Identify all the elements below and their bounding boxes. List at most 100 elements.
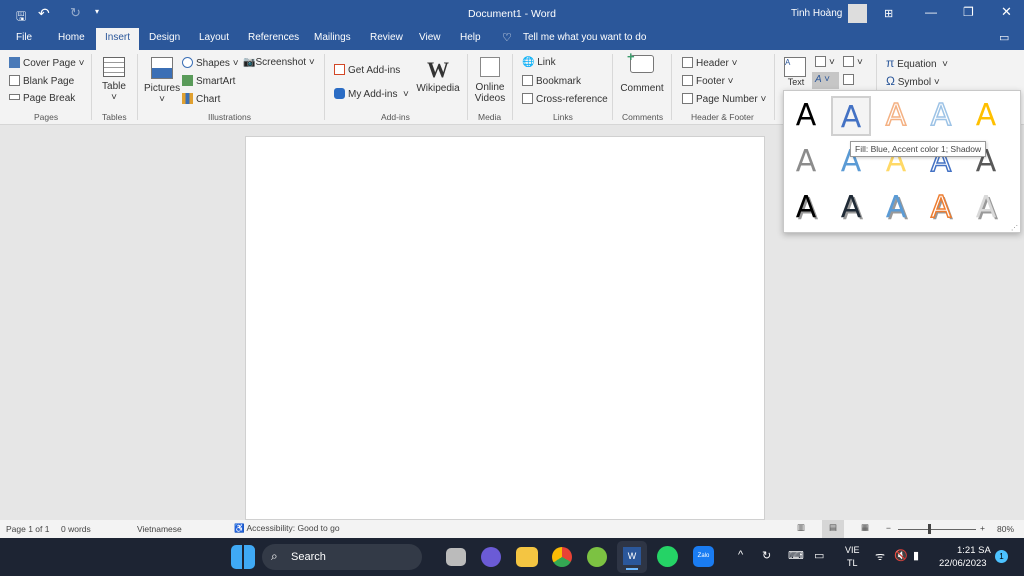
print-layout-icon[interactable]: ▤ (822, 520, 844, 538)
pictures-icon (151, 57, 173, 79)
tab-layout[interactable]: Layout (199, 32, 229, 43)
equation-button[interactable]: π Equation ˅ (886, 56, 948, 70)
whatsapp-icon[interactable] (657, 546, 678, 567)
keyboard-icon[interactable]: ⌨ (788, 549, 804, 562)
coc-coc-icon[interactable] (587, 547, 607, 567)
bookmark-button[interactable]: Bookmark (522, 75, 581, 87)
file-explorer-icon[interactable] (516, 547, 538, 567)
tab-references[interactable]: References (248, 32, 299, 43)
input-language-top[interactable]: VIE (845, 545, 860, 555)
zoom-slider[interactable] (898, 529, 976, 530)
windows-start-icon[interactable] (231, 545, 255, 569)
search-box[interactable]: ⌕ Search (262, 544, 422, 570)
online-videos-button[interactable]: Online Videos (473, 57, 507, 104)
table-button[interactable]: Table ˅ (100, 57, 128, 103)
language[interactable]: Vietnamese (137, 524, 182, 534)
tablet-icon[interactable]: ▭ (814, 549, 824, 562)
wordart-style-option[interactable]: A (786, 188, 826, 228)
smartart-button[interactable]: SmartArt (182, 75, 235, 87)
sync-icon[interactable]: ↻ (762, 549, 771, 562)
minimize-icon[interactable]: — (925, 5, 937, 19)
teams-chat-icon[interactable] (481, 547, 501, 567)
tab-home[interactable]: Home (58, 32, 85, 43)
page-count[interactable]: Page 1 of 1 (6, 524, 49, 534)
wordart-style-option[interactable]: A (966, 96, 1006, 136)
avatar[interactable] (848, 4, 867, 23)
word-taskbar-icon[interactable]: W (617, 541, 647, 573)
wikipedia-button[interactable]: W Wikipedia (415, 57, 461, 94)
ribbon-display-icon[interactable]: ⊞ (884, 7, 893, 20)
input-language-bottom[interactable]: TL (847, 558, 858, 568)
comment-button[interactable]: + Comment (618, 49, 666, 94)
get-addins-button[interactable]: Get Add-ins (334, 64, 400, 76)
close-icon[interactable]: ✕ (1001, 4, 1012, 20)
undo-icon[interactable]: ↶ (38, 5, 50, 22)
tab-insert[interactable]: Insert (96, 28, 140, 50)
chart-button[interactable]: Chart (182, 93, 220, 105)
wordart-style-option[interactable]: A (921, 96, 961, 136)
signature-line-button[interactable]: ˅ (843, 56, 863, 68)
wifi-icon[interactable]: ᯤ (875, 549, 885, 564)
date-time-button[interactable] (843, 74, 857, 86)
document-page[interactable] (245, 136, 765, 520)
divider (467, 54, 468, 120)
cross-reference-button[interactable]: Cross-reference (522, 93, 608, 105)
show-hidden-icons-icon[interactable]: ^ (738, 549, 743, 561)
bookmark-icon (522, 75, 533, 86)
screenshot-button[interactable]: 📷Screenshot ˅ (243, 57, 315, 68)
my-addins-button[interactable]: My Add-ins ˅ (334, 88, 409, 100)
notification-badge[interactable]: 1 (995, 550, 1008, 563)
wordart-button[interactable]: A ˅ (812, 72, 839, 89)
read-mode-icon[interactable]: ▥ (797, 522, 805, 533)
chrome-icon[interactable] (552, 547, 572, 567)
wordart-style-option[interactable]: A (831, 188, 871, 228)
symbol-button[interactable]: Ω Symbol ˅ (886, 74, 940, 88)
word-count[interactable]: 0 words (61, 524, 91, 534)
quick-parts-button[interactable]: ˅ (815, 56, 835, 68)
zalo-icon[interactable]: Zalo (693, 546, 714, 567)
zoom-out-button[interactable]: − (886, 523, 891, 533)
customize-toolbar-icon[interactable]: ▾ (95, 7, 99, 16)
zoom-in-button[interactable]: + (980, 523, 985, 533)
tab-help[interactable]: Help (460, 32, 481, 43)
battery-icon[interactable]: ▮ (913, 549, 919, 562)
header-button[interactable]: Header ˅ (682, 57, 737, 69)
cover-page-button[interactable]: Cover Page ˅ (9, 57, 84, 69)
save-icon[interactable]: 🖫 (16, 7, 26, 28)
wordart-style-option[interactable]: A (831, 96, 871, 136)
wordart-style-option[interactable]: A (786, 96, 826, 136)
wordart-style-option[interactable]: A (921, 188, 961, 228)
shapes-button[interactable]: Shapes ˅ (182, 57, 239, 69)
link-button[interactable]: 🌐 Link (522, 57, 556, 68)
wordart-style-option[interactable]: A (966, 188, 1006, 228)
comments-icon[interactable]: ▭ (999, 31, 1009, 44)
blank-page-button[interactable]: Blank Page (9, 75, 74, 87)
tab-file[interactable]: File (16, 32, 32, 43)
redo-icon[interactable]: ↻ (70, 5, 81, 21)
accessibility-status[interactable]: ♿ Accessibility: Good to go (234, 523, 340, 534)
user-name[interactable]: Tinh Hoàng (791, 8, 842, 19)
divider (612, 54, 613, 120)
tab-review[interactable]: Review (370, 32, 403, 43)
tab-mailings[interactable]: Mailings (314, 32, 351, 43)
web-layout-icon[interactable]: ▦ (861, 522, 869, 533)
resize-grip-icon[interactable]: ⋰ (1011, 224, 1018, 232)
wordart-style-option[interactable]: A (876, 96, 916, 136)
page-break-button[interactable]: Page Break (9, 93, 75, 104)
text-box-button[interactable]: A Text (784, 57, 808, 88)
clock-time[interactable]: 1:21 SA (957, 545, 991, 556)
wordart-style-option[interactable]: A (786, 142, 826, 182)
clock-date[interactable]: 22/06/2023 (939, 558, 987, 569)
restore-icon[interactable]: ❐ (963, 5, 974, 19)
tell-me-search[interactable]: Tell me what you want to do (523, 32, 646, 43)
volume-muted-icon[interactable]: 🔇 (894, 549, 908, 562)
pictures-button[interactable]: Pictures ˅ (144, 57, 180, 105)
wordart-style-option[interactable]: A (876, 188, 916, 228)
page-number-button[interactable]: Page Number ˅ (682, 93, 766, 105)
zoom-level[interactable]: 80% (997, 524, 1014, 534)
tab-design[interactable]: Design (149, 32, 180, 43)
zoom-slider-thumb[interactable] (928, 524, 932, 534)
task-view-icon[interactable] (446, 548, 466, 566)
tab-view[interactable]: View (419, 32, 441, 43)
footer-button[interactable]: Footer ˅ (682, 75, 734, 87)
